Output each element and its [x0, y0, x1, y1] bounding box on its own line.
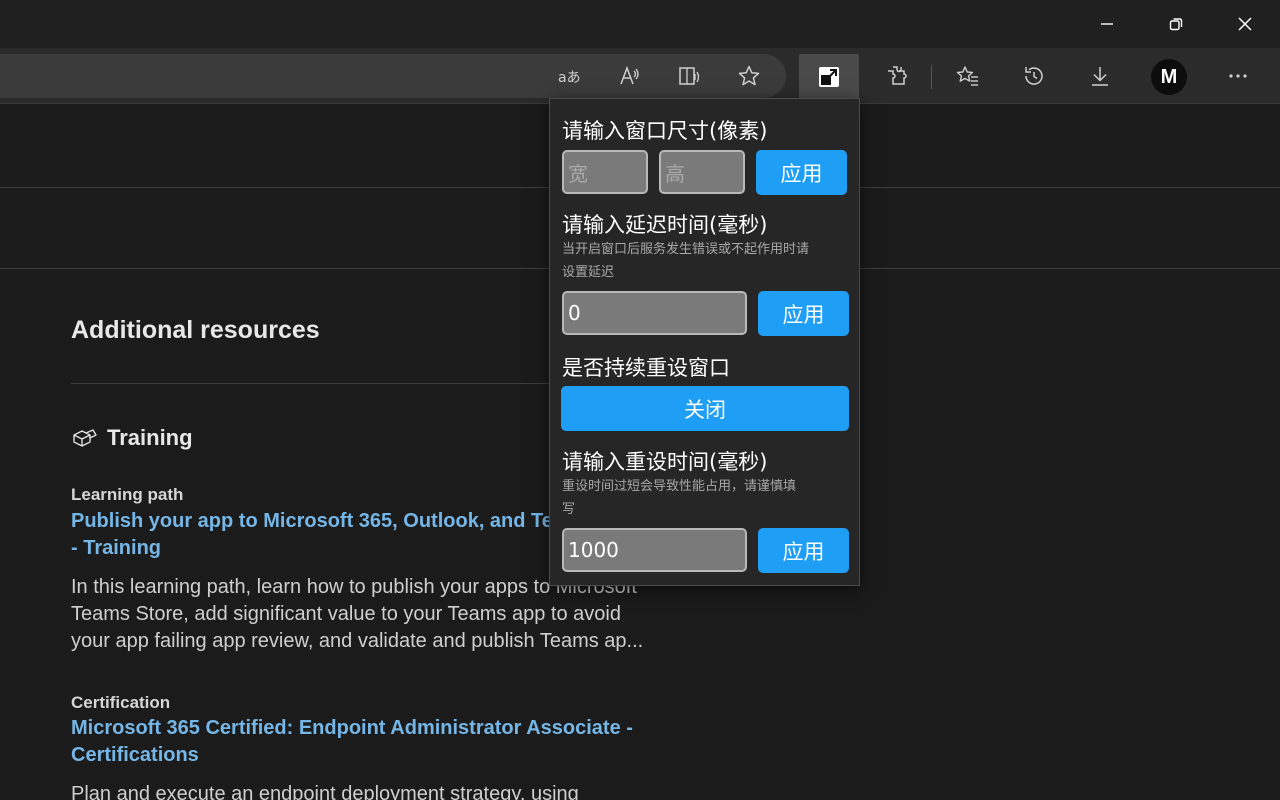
training-title: Training [107, 425, 193, 450]
more-options-icon [1229, 74, 1247, 78]
add-favorite-button[interactable] [729, 56, 769, 96]
restore-icon [1169, 18, 1183, 31]
desc-line: Teams Store, add significant value to yo… [71, 603, 621, 625]
hint-line: 当开启窗口后服务发生错误或不起作用时请 [562, 242, 810, 257]
delay-input[interactable]: 0 [562, 291, 747, 335]
desc-line: Plan and execute an endpoint deployment … [71, 783, 579, 800]
certification-link[interactable]: Microsoft 365 Certified: Endpoint Admini… [71, 715, 671, 769]
extensions-button[interactable] [876, 56, 916, 96]
height-input[interactable]: 高 [659, 150, 745, 194]
item-description: In this learning path, learn how to publ… [71, 574, 681, 655]
apply-delay-button[interactable]: 应用 [758, 291, 849, 336]
apply-size-button[interactable]: 应用 [756, 150, 847, 195]
reset-interval-input[interactable]: 1000 [562, 528, 747, 572]
persist-reset-label: 是否持续重设窗口 [562, 356, 730, 380]
resize-window-extension-icon [819, 67, 839, 87]
hint-line: 设置延迟 [562, 265, 615, 280]
link-line[interactable]: Certifications [71, 742, 671, 769]
downloads-button[interactable] [1080, 56, 1120, 96]
profile-avatar[interactable]: M [1151, 59, 1187, 95]
item-kind: Certification [71, 693, 171, 712]
address-bar[interactable] [0, 54, 786, 98]
section-title: Additional resources [71, 316, 320, 344]
downloads-icon [1092, 67, 1108, 86]
svg-text:aあ: aあ [558, 70, 581, 86]
close-icon [1238, 17, 1252, 31]
desc-line: your app failing app review, and validat… [71, 630, 644, 652]
item-kind: Learning path [71, 485, 184, 504]
immersive-reader-button[interactable] [670, 56, 710, 96]
immersive-reader-icon [679, 67, 700, 85]
reset-interval-hint: 重设时间过短会导致性能占用，请谨慎填 写 [562, 475, 852, 521]
minimize-icon [1101, 23, 1113, 25]
item-description: Plan and execute an endpoint deployment … [71, 781, 681, 800]
delay-label: 请输入延迟时间(毫秒) [562, 213, 768, 237]
extensions-puzzle-icon [888, 66, 907, 85]
width-input[interactable]: 宽 [562, 150, 648, 194]
translate-button[interactable]: aあ [549, 56, 589, 96]
avatar-letter: M [1160, 65, 1178, 88]
favorite-star-icon [738, 65, 760, 86]
restore-button[interactable] [1142, 0, 1210, 48]
translate-icon: aあ [558, 70, 581, 86]
window-size-label: 请输入窗口尺寸(像素) [562, 119, 768, 143]
history-button[interactable] [1014, 56, 1054, 96]
apply-reset-button[interactable]: 应用 [758, 528, 849, 573]
minimize-button[interactable] [1073, 0, 1141, 48]
link-line[interactable]: Microsoft 365 Certified: Endpoint Admini… [71, 715, 671, 742]
read-aloud-icon [620, 65, 639, 85]
read-aloud-button[interactable] [610, 56, 650, 96]
persist-reset-toggle[interactable]: 关闭 [561, 386, 849, 431]
hint-line: 重设时间过短会导致性能占用，请谨慎填 [562, 479, 797, 494]
hint-line: 写 [562, 502, 576, 517]
favorites-button[interactable] [948, 56, 988, 96]
delay-hint: 当开启窗口后服务发生错误或不起作用时请 设置延迟 [562, 238, 852, 284]
toolbar-separator [931, 65, 932, 89]
more-options-button[interactable] [1218, 56, 1258, 96]
resize-extension-popup: 请输入窗口尺寸(像素) 宽 高 应用 请输入延迟时间(毫秒) 当开启窗口后服务发… [549, 98, 860, 586]
section-divider [71, 383, 571, 384]
close-window-button[interactable] [1211, 0, 1279, 48]
training-heading: Training [71, 425, 193, 451]
history-icon [1025, 67, 1043, 85]
favorites-icon [956, 66, 978, 86]
resize-window-extension-button[interactable] [799, 54, 859, 100]
title-bar [0, 0, 1280, 48]
training-cube-icon [73, 429, 97, 447]
reset-interval-label: 请输入重设时间(毫秒) [562, 450, 768, 474]
